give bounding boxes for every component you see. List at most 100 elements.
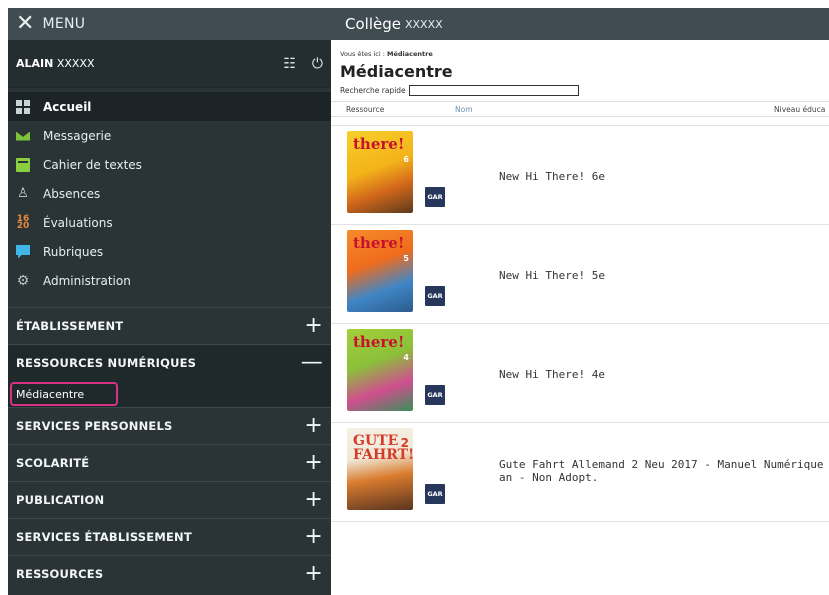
section-label: SERVICES ÉTABLISSEMENT (16, 530, 192, 544)
main-content: Collège XXXXX Vous êtes ici : Médiacentr… (331, 8, 829, 595)
book-cover[interactable]: there! 6 (347, 131, 413, 213)
cover-level: 5 (403, 254, 409, 263)
user-first-name: ALAIN (16, 57, 54, 70)
section-header[interactable]: RESSOURCES + (8, 556, 331, 592)
school-suffix: XXXXX (404, 17, 443, 31)
resource-name[interactable]: Gute Fahrt Allemand 2 Neu 2017 - Manuel … (499, 458, 829, 484)
mail-icon (16, 129, 30, 143)
gear-icon: ⚙ (16, 272, 30, 289)
page-title: Médiacentre (340, 62, 453, 81)
nav-label: Administration (43, 273, 131, 288)
column-level[interactable]: Niveau éduca (774, 105, 825, 114)
section-label: RESSOURCES NUMÉRIQUES (16, 356, 197, 370)
menu-toggle[interactable]: ✕ MENU (8, 8, 331, 40)
section-header[interactable]: RESSOURCES NUMÉRIQUES — (8, 345, 331, 381)
cover-level: 4 (403, 353, 409, 362)
section-label: RESSOURCES (16, 567, 104, 581)
section-ressources-numeriques: RESSOURCES NUMÉRIQUES — Médiacentre (8, 344, 331, 407)
school-header: Collège XXXXX (331, 8, 829, 40)
search-input[interactable] (408, 85, 579, 96)
book-cover[interactable]: there! 5 (347, 230, 413, 312)
section-label: PUBLICATION (16, 493, 105, 507)
section-header[interactable]: SCOLARITÉ + (8, 445, 331, 481)
nav-item-evaluations[interactable]: 16 20 Évaluations (8, 208, 331, 237)
resource-name[interactable]: New Hi There! 5e (499, 269, 829, 282)
section-label: SCOLARITÉ (16, 456, 90, 470)
breadcrumb-prefix: Vous êtes ici : (340, 50, 385, 58)
book-icon (16, 157, 30, 172)
section-header[interactable]: SERVICES PERSONNELS + (8, 408, 331, 444)
table-header: Ressource Nom Niveau éduca (331, 101, 829, 117)
section-services-etablissement: SERVICES ÉTABLISSEMENT + (8, 518, 331, 555)
user-panel: ALAIN XXXXX ☷ ⏻ (8, 40, 331, 88)
collapse-icon[interactable]: — (301, 352, 323, 374)
nav-label: Absences (43, 186, 101, 201)
gar-badge[interactable]: GAR (425, 286, 445, 306)
resource-list: there! 6 GAR New Hi There! 6e there! 5 G… (331, 125, 829, 522)
section-header[interactable]: SERVICES ÉTABLISSEMENT + (8, 519, 331, 555)
cover-level: 6 (403, 155, 409, 164)
close-icon[interactable]: ✕ (16, 13, 34, 35)
nav-label: Évaluations (43, 215, 113, 230)
cover-level: 2 (400, 436, 409, 450)
gar-badge[interactable]: GAR (425, 187, 445, 207)
cover-title: there! (353, 333, 405, 351)
expand-icon[interactable]: + (304, 452, 323, 474)
nav-item-messagerie[interactable]: Messagerie (8, 121, 331, 150)
power-icon[interactable]: ⏻ (312, 56, 323, 72)
section-label: ÉTABLISSEMENT (16, 319, 124, 333)
sidebar: ✕ MENU ALAIN XXXXX ☷ ⏻ Accueil Messageri… (8, 8, 331, 595)
column-resource[interactable]: Ressource (346, 105, 384, 114)
book-cover[interactable]: GUTE FAHRT! 2 (347, 428, 413, 510)
search-label: Recherche rapide (340, 86, 406, 95)
table-row[interactable]: there! 4 GAR New Hi There! 4e (331, 324, 829, 423)
school-name: Collège (345, 15, 401, 33)
expand-icon[interactable]: + (304, 526, 323, 548)
gar-badge[interactable]: GAR (425, 484, 445, 504)
grid-icon (16, 99, 30, 114)
quick-search: Recherche rapide (331, 81, 829, 96)
nav-label: Accueil (43, 99, 92, 114)
resource-name[interactable]: New Hi There! 6e (499, 170, 829, 183)
section-ressources: RESSOURCES + (8, 555, 331, 592)
breadcrumb: Vous êtes ici : Médiacentre (331, 40, 829, 58)
highlight-box (10, 382, 118, 406)
table-row[interactable]: GUTE FAHRT! 2 GAR Gute Fahrt Allemand 2 … (331, 423, 829, 522)
nav-item-absences[interactable]: ♙ Absences (8, 179, 331, 208)
table-row[interactable]: there! 5 GAR New Hi There! 5e (331, 225, 829, 324)
nav-label: Rubriques (43, 244, 104, 259)
expand-icon[interactable]: + (304, 489, 323, 511)
chat-icon (16, 244, 30, 259)
nav-item-administration[interactable]: ⚙ Administration (8, 266, 331, 295)
section-header[interactable]: PUBLICATION + (8, 482, 331, 518)
section-etablissement: ÉTABLISSEMENT + (8, 307, 331, 344)
sub-item-mediacentre[interactable]: Médiacentre (8, 381, 331, 407)
nav-item-accueil[interactable]: Accueil (8, 92, 331, 121)
expand-icon[interactable]: + (304, 563, 323, 585)
cover-title: there! (353, 234, 405, 252)
expand-icon[interactable]: + (304, 315, 323, 337)
section-label: SERVICES PERSONNELS (16, 419, 173, 433)
breadcrumb-current: Médiacentre (387, 50, 433, 58)
absences-icon: ♙ (17, 185, 29, 201)
nav-item-cahier-de-textes[interactable]: Cahier de textes (8, 150, 331, 179)
settings-sliders-icon[interactable]: ☷ (283, 56, 296, 72)
resource-name[interactable]: New Hi There! 4e (499, 368, 829, 381)
section-header[interactable]: ÉTABLISSEMENT + (8, 308, 331, 344)
evaluations-icon: 16 20 (16, 213, 30, 231)
menu-label: MENU (42, 16, 86, 32)
main-nav: Accueil Messagerie Cahier de textes ♙ Ab… (8, 88, 331, 295)
column-name[interactable]: Nom (455, 105, 473, 114)
gar-badge[interactable]: GAR (425, 385, 445, 405)
user-last-name: XXXXX (56, 57, 95, 70)
table-row[interactable]: there! 6 GAR New Hi There! 6e (331, 126, 829, 225)
nav-label: Messagerie (43, 128, 112, 143)
cover-title: there! (353, 135, 405, 153)
expand-icon[interactable]: + (304, 415, 323, 437)
section-scolarite: SCOLARITÉ + (8, 444, 331, 481)
section-publication: PUBLICATION + (8, 481, 331, 518)
nav-item-rubriques[interactable]: Rubriques (8, 237, 331, 266)
section-services-personnels: SERVICES PERSONNELS + (8, 407, 331, 444)
book-cover[interactable]: there! 4 (347, 329, 413, 411)
nav-label: Cahier de textes (43, 157, 142, 172)
